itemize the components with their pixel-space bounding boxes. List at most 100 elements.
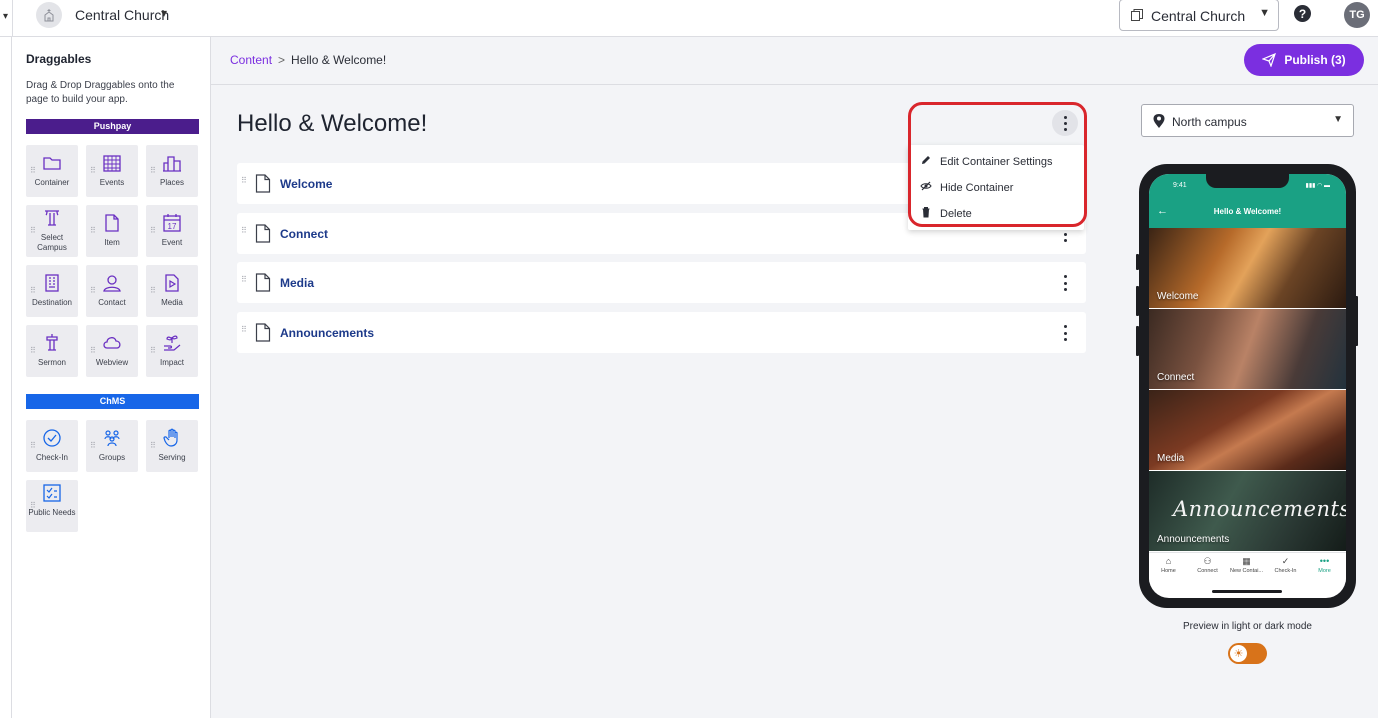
divider [12,0,13,37]
tile-label: Groups [98,453,126,462]
container-row-announcements[interactable]: ⠿ Announcements [237,312,1086,353]
tile-label: Contact [98,298,126,307]
container-name[interactable]: Welcome [280,177,332,191]
phone-tab-connect[interactable]: ⚇ Connect [1188,556,1227,575]
draggable-serving[interactable]: ⠿ Serving [146,420,198,472]
draggable-sermon[interactable]: ⠿ Sermon [26,325,78,377]
drag-handle-icon[interactable]: ⠿ [30,442,36,450]
drag-handle-icon[interactable]: ⠿ [30,347,36,355]
breadcrumb: Content > Hello & Welcome! [230,53,386,67]
phone-card-media[interactable]: Media [1149,390,1346,470]
draggable-destination[interactable]: ⠿ Destination [26,265,78,317]
draggable-public-needs[interactable]: ⠿ Public Needs [26,480,78,532]
phone-tab-label: Check-In [1274,568,1297,574]
pushpay-section-label: Pushpay [26,119,199,134]
draggable-item[interactable]: ⠿ Item [86,205,138,257]
phone-tab-home[interactable]: ⌂ Home [1149,556,1188,575]
drag-handle-icon[interactable]: ⠿ [90,347,96,355]
phone-status-icons: ▮▮▮ ◠ ▬ [1305,183,1330,189]
tile-label: Event [161,238,183,247]
campus-selector-label: Central Church [1151,8,1246,24]
drag-handle-icon[interactable]: ⠿ [150,442,156,450]
drag-handle-icon[interactable]: ⠿ [90,442,96,450]
preview-campus-label: North campus [1172,115,1247,129]
draggable-media[interactable]: ⠿ Media [146,265,198,317]
more-dots-icon: ••• [1319,556,1330,566]
groups-icon [104,430,120,447]
tile-label: Container [34,178,70,187]
phone-card-welcome[interactable]: Welcome [1149,228,1346,308]
drag-handle-icon[interactable]: ⠿ [90,287,96,295]
drag-handle-icon[interactable]: ⠿ [90,227,96,235]
more-options-icon[interactable] [1060,325,1070,341]
user-avatar[interactable]: TG [1344,2,1370,28]
chms-section-label: ChMS [26,394,199,409]
org-dropdown-icon[interactable]: ▾ [161,6,167,20]
container-row-media[interactable]: ⠿ Media [237,262,1086,303]
phone-card-label: Media [1157,453,1185,464]
dark-mode-toggle[interactable]: ☀ [1228,643,1267,664]
draggable-contact[interactable]: ⠿ Contact [86,265,138,317]
draggable-event[interactable]: ⠿ 17 Event [146,205,198,257]
drag-handle-icon[interactable]: ⠿ [241,276,247,284]
phone-tab-check-in[interactable]: ✓ Check-In [1266,556,1305,575]
phone-header: 9:41 ▮▮▮ ◠ ▬ ← Hello & Welcome! [1149,174,1346,228]
more-options-icon[interactable] [1060,275,1070,291]
phone-card-label: Announcements [1157,534,1230,545]
tile-label: Serving [158,453,186,462]
phone-tab-more[interactable]: ••• More [1305,556,1344,575]
header-divider [211,84,1378,85]
tile-label: Check-In [35,453,68,462]
phone-time: 9:41 [1173,182,1187,189]
draggable-check-in[interactable]: ⠿ Check-In [26,420,78,472]
phone-tab-new-container[interactable]: ▦ New Contai... [1227,556,1266,575]
tile-label: Events [99,178,125,187]
phone-card-announcements[interactable]: Announcements Announcements [1149,471,1346,551]
sun-icon: ☀ [1230,645,1247,662]
highlight-annotation [908,102,1087,227]
publish-button[interactable]: Publish (3) [1244,44,1364,76]
breadcrumb-content-link[interactable]: Content [230,53,272,67]
drag-handle-icon[interactable]: ⠿ [241,227,247,235]
container-name[interactable]: Announcements [280,326,374,340]
draggable-groups[interactable]: ⠿ Groups [86,420,138,472]
send-icon [1262,53,1277,67]
drag-handle-icon[interactable]: ⠿ [150,227,156,235]
draggable-container[interactable]: ⠿ Container [26,145,78,197]
org-name[interactable]: Central Church [75,7,169,23]
tile-label: Webview [95,358,129,367]
tile-label: Impact [159,358,184,367]
media-play-icon [165,274,179,292]
draggable-places[interactable]: ⠿ Places [146,145,198,197]
preview-campus-dropdown[interactable]: North campus ▼ [1141,104,1354,137]
phone-card-connect[interactable]: Connect [1149,309,1346,389]
drag-handle-icon[interactable]: ⠿ [150,347,156,355]
drag-handle-icon[interactable]: ⠿ [90,167,96,175]
draggable-events[interactable]: ⠿ Events [86,145,138,197]
campus-selector[interactable]: Central Church ▼ [1119,0,1279,31]
document-icon [255,323,271,342]
drag-handle-icon[interactable]: ⠿ [30,167,36,175]
folder-icon [43,157,61,170]
draggable-impact[interactable]: ⠿ Impact [146,325,198,377]
menu-caret-icon[interactable]: ▾ [3,11,8,22]
drag-handle-icon[interactable]: ⠿ [241,177,247,185]
container-name[interactable]: Connect [280,227,328,241]
people-icon: ⚇ [1203,556,1212,566]
copy-icon [1131,9,1143,21]
announcements-artwork: Announcements [1173,497,1346,521]
help-icon[interactable]: ? [1294,5,1311,22]
document-icon [105,214,119,232]
phone-tab-bar: ⌂ Home ⚇ Connect ▦ New Contai... ✓ Check-In … [1149,552,1346,582]
draggable-select-campus[interactable]: ⠿ Select Campus [26,205,78,257]
drag-handle-icon[interactable]: ⠿ [150,167,156,175]
phone-preview: 9:41 ▮▮▮ ◠ ▬ ← Hello & Welcome! Welcome … [1139,164,1356,608]
drag-handle-icon[interactable]: ⠿ [30,287,36,295]
drag-handle-icon[interactable]: ⠿ [241,326,247,334]
calendar-day-number: 17 [168,222,177,231]
check-icon: ✓ [1281,556,1290,566]
podium-icon [46,334,58,351]
drag-handle-icon[interactable]: ⠿ [150,287,156,295]
container-name[interactable]: Media [280,276,314,290]
draggable-webview[interactable]: ⠿ Webview [86,325,138,377]
